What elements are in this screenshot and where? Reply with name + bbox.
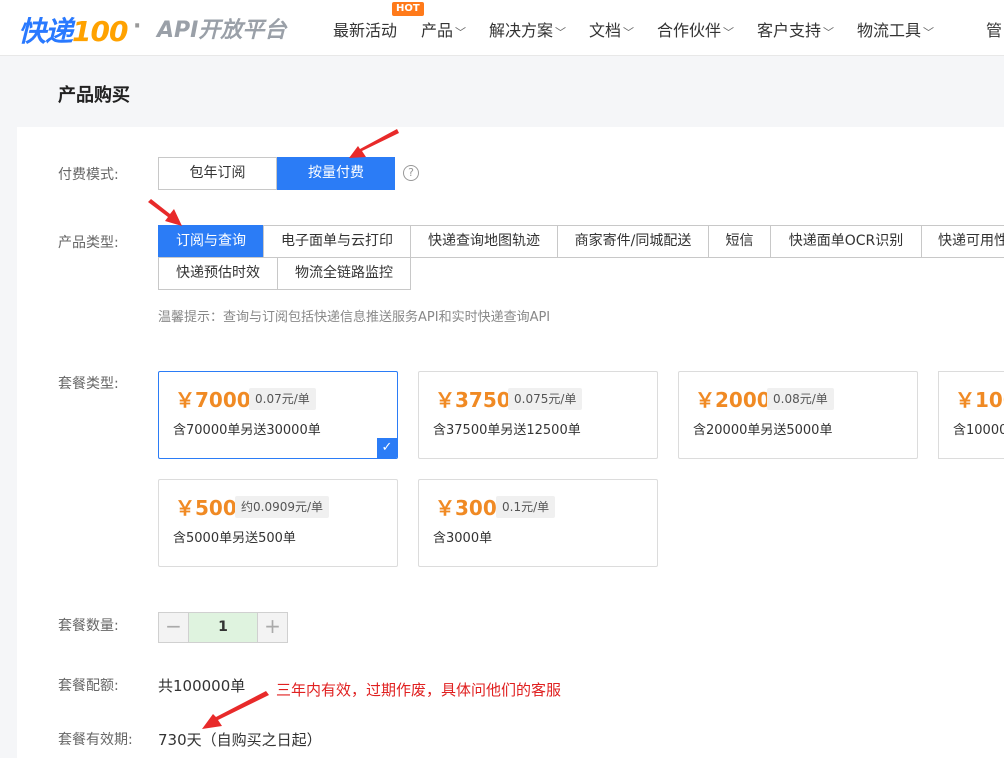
nav-label: 客户支持 (757, 21, 822, 40)
package-price: ￥7000 (175, 388, 251, 412)
package-price: ￥3750 (435, 388, 511, 412)
tip-text: 温馨提示：查询与订阅包括快递信息推送服务API和实时快递查询API (158, 310, 551, 325)
nav-label: 合作伙伴 (657, 21, 722, 40)
package-unit-price: 约0.0909元/单 (235, 496, 330, 518)
nav-item-tools[interactable]: 物流工具 ﹀ (857, 17, 934, 41)
validity-value: 730天（自购买之日起） (158, 731, 322, 749)
tab-map-track[interactable]: 快递查询地图轨迹 (410, 225, 558, 258)
tab-eta[interactable]: 快递预估时效 (158, 257, 278, 290)
package-card[interactable]: ￥7000 0.07元/单 含70000单另送30000单 ✓ (158, 371, 398, 459)
tab-sms[interactable]: 短信 (708, 225, 771, 258)
package-card[interactable]: ￥2000 0.08元/单 含20000单另送5000单 (678, 371, 918, 459)
nav-item-support[interactable]: 客户支持 ﹀ (757, 17, 834, 41)
product-type-label: 产品类型: (58, 235, 119, 251)
package-desc: 含20000单另送5000单 (693, 423, 833, 438)
quantity-input[interactable]: 1 (188, 613, 258, 642)
tab-subscribe-query[interactable]: 订阅与查询 (158, 225, 264, 258)
package-price: ￥500 (175, 496, 237, 520)
help-icon[interactable]: ? (403, 165, 419, 181)
nav-label: 产品 (421, 21, 454, 40)
logo-main: 快递 (18, 15, 73, 48)
package-desc: 含5000单另送500单 (173, 531, 296, 546)
nav-item-partners[interactable]: 合作伙伴 ﹀ (657, 17, 734, 41)
package-desc: 含3000单 (433, 531, 493, 546)
tab-merchant-delivery[interactable]: 商家寄件/同城配送 (557, 225, 709, 258)
quantity-stepper: − 1 + (158, 612, 288, 643)
plus-button[interactable]: + (258, 613, 287, 642)
top-header: 快递100 · API开放平台 最新活动 产品 ﹀ 解决方案 ﹀ 文档 ﹀ 合作伙伴 ﹀… (0, 0, 1004, 56)
package-desc: 含37500单另送12500单 (433, 423, 581, 438)
chevron-down-icon: ﹀ (623, 26, 635, 39)
package-type-label: 套餐类型: (58, 376, 119, 392)
tab-full-chain-monitor[interactable]: 物流全链路监控 (277, 257, 411, 290)
nav-item-manage[interactable]: 管 (986, 17, 1002, 41)
tab-e-waybill-print[interactable]: 电子面单与云打印 (263, 225, 411, 258)
annotation-note: 三年内有效，过期作废，具体问他们的客服 (276, 681, 562, 699)
quota-value: 共100000单 (158, 677, 246, 695)
chevron-down-icon: ﹀ (823, 26, 835, 39)
payment-mode-label: 付费模式: (58, 167, 119, 183)
package-price: ￥2000 (695, 388, 771, 412)
chevron-down-icon: ﹀ (923, 26, 935, 39)
nav-item-latest[interactable]: 最新活动 (333, 17, 397, 41)
nav-item-solutions[interactable]: 解决方案 ﹀ (489, 17, 566, 41)
package-desc: 含70000单另送30000单 (173, 423, 321, 438)
nav-label: 解决方案 (489, 21, 554, 40)
chevron-down-icon: ﹀ (455, 26, 467, 39)
page-title: 产品购买 (58, 85, 130, 106)
tab-availability[interactable]: 快递可用性 (921, 225, 1004, 258)
package-card[interactable]: ￥500 约0.0909元/单 含5000单另送500单 (158, 479, 398, 567)
logo-separator: · (133, 14, 142, 39)
chevron-down-icon: ﹀ (555, 26, 567, 39)
nav-label: 物流工具 (857, 21, 922, 40)
package-card[interactable]: ￥100 含10000 (938, 371, 1004, 459)
package-card[interactable]: ￥300 0.1元/单 含3000单 (418, 479, 658, 567)
payment-mode-toggle: 包年订阅 按量付费 (158, 157, 395, 190)
package-price: ￥100 (955, 388, 1004, 412)
chevron-down-icon: ﹀ (723, 26, 735, 39)
package-desc: 含10000 (953, 423, 1004, 438)
package-card[interactable]: ￥3750 0.075元/单 含37500单另送12500单 (418, 371, 658, 459)
logo[interactable]: 快递100 (18, 10, 128, 50)
quantity-label: 套餐数量: (58, 618, 119, 634)
package-price: ￥300 (435, 496, 497, 520)
minus-button[interactable]: − (159, 613, 188, 642)
nav-item-products[interactable]: 产品 ﹀ (421, 17, 466, 41)
logo-num: 100 (72, 15, 128, 48)
nav-label: 管 (986, 21, 1003, 40)
validity-label: 套餐有效期: (58, 732, 133, 748)
package-unit-price: 0.1元/单 (496, 496, 556, 518)
nav-label: 文档 (589, 21, 622, 40)
annual-subscription-button[interactable]: 包年订阅 (158, 157, 277, 190)
package-unit-price: 0.07元/单 (249, 388, 316, 410)
tab-ocr[interactable]: 快递面单OCR识别 (770, 225, 922, 258)
quota-label: 套餐配额: (58, 678, 119, 694)
nav-label: 最新活动 (333, 21, 398, 40)
pay-per-use-button[interactable]: 按量付费 (277, 157, 395, 190)
check-icon: ✓ (377, 438, 397, 458)
package-unit-price: 0.075元/单 (508, 388, 583, 410)
logo-subtitle: API开放平台 (157, 18, 287, 43)
package-unit-price: 0.08元/单 (767, 388, 834, 410)
nav-item-docs[interactable]: 文档 ﹀ (589, 17, 634, 41)
hot-badge: HOT (392, 2, 424, 16)
